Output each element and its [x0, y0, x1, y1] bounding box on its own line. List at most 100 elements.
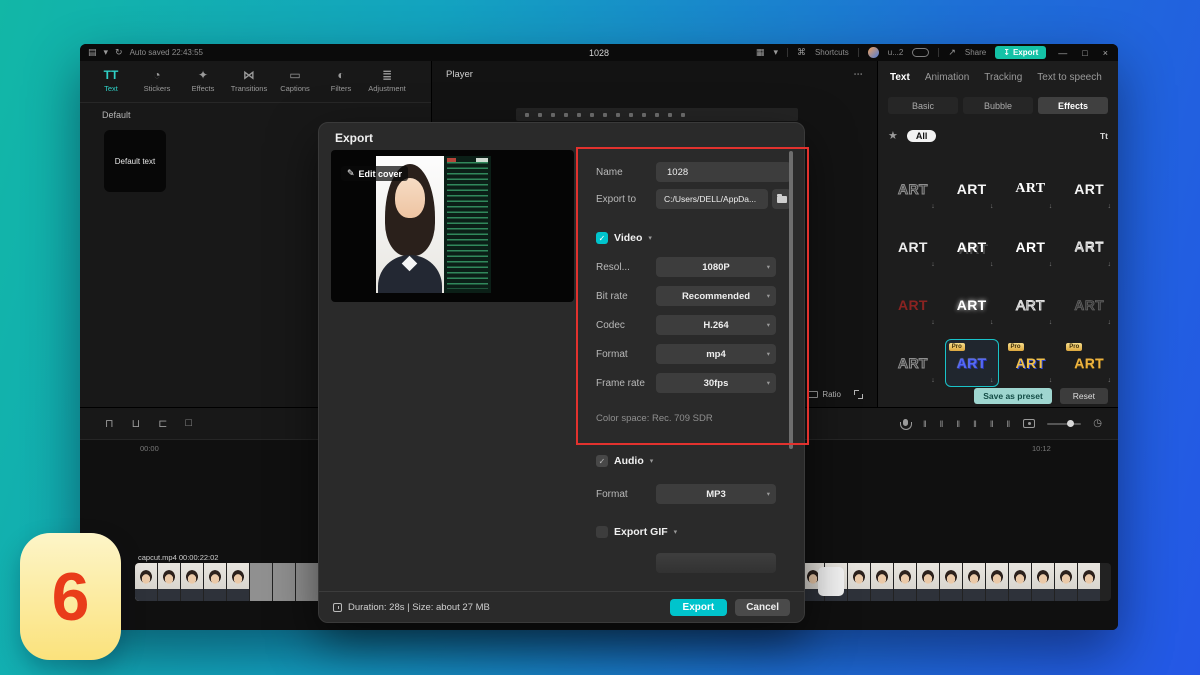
chevron-down-icon[interactable]: ▾: [773, 47, 778, 58]
layout-icon[interactable]: ▦: [756, 47, 765, 58]
name-input[interactable]: [656, 162, 791, 182]
mirror-icon[interactable]: ⊔: [132, 417, 141, 430]
tab-captions[interactable]: ▭ Captions: [272, 65, 318, 102]
clip-thumbnail[interactable]: [250, 563, 272, 601]
clip-thumbnail[interactable]: [1032, 563, 1054, 601]
art-effect-item[interactable]: ART↓: [886, 223, 940, 271]
tab-adjustment[interactable]: ≣ Adjustment: [364, 65, 410, 102]
codec-dropdown[interactable]: H.264 ▾: [656, 315, 776, 335]
tab-transitions[interactable]: ⋈ Transitions: [226, 65, 272, 102]
menu-icon[interactable]: ▤: [88, 47, 97, 58]
art-effect-item[interactable]: ART↓: [1004, 281, 1058, 329]
clip-thumbnail[interactable]: [135, 563, 157, 601]
zoom-slider[interactable]: [1047, 423, 1081, 425]
camera-icon[interactable]: [1023, 419, 1035, 428]
clip-thumbnail[interactable]: [227, 563, 249, 601]
art-effect-item[interactable]: ProART↓: [1004, 339, 1058, 387]
titlebar-export-button[interactable]: ↧ Export: [995, 46, 1046, 59]
filter-all-pill[interactable]: All: [907, 130, 937, 142]
clip-thumbnail[interactable]: [940, 563, 962, 601]
ratio-button[interactable]: Ratio: [808, 390, 841, 399]
track-control-icon[interactable]: ‖: [973, 419, 978, 429]
collapse-caret-icon[interactable]: ▾: [650, 457, 654, 465]
clip-thumbnail[interactable]: [871, 563, 893, 601]
track-control-icon[interactable]: ‖: [923, 419, 928, 429]
clip-thumbnail[interactable]: [986, 563, 1008, 601]
clip-thumbnail[interactable]: [1009, 563, 1031, 601]
audio-checkbox[interactable]: ✓: [596, 455, 608, 467]
audio-format-dropdown[interactable]: MP3 ▾: [656, 484, 776, 504]
tab-tracking[interactable]: Tracking: [984, 72, 1022, 83]
split-icon[interactable]: ⊓: [105, 417, 114, 430]
collapse-caret-icon[interactable]: ▾: [648, 234, 652, 242]
art-effect-item[interactable]: ART↓: [945, 281, 999, 329]
timeline-item-white[interactable]: [818, 567, 844, 596]
gif-resolution-dropdown[interactable]: [656, 553, 776, 573]
subtab-bubble[interactable]: Bubble: [963, 97, 1033, 114]
art-effect-item[interactable]: ART↓: [1062, 165, 1116, 213]
track-control-icon[interactable]: ‖: [1007, 419, 1012, 429]
art-effect-item[interactable]: ART↓: [886, 339, 940, 387]
gif-checkbox[interactable]: [596, 526, 608, 538]
modal-scrollbar[interactable]: [789, 151, 793, 449]
tab-stickers[interactable]: ◔ Stickers: [134, 65, 180, 102]
more-icon[interactable]: ⋯: [854, 69, 864, 80]
tab-text-to-speech[interactable]: Text to speech: [1037, 72, 1101, 83]
shortcuts-button[interactable]: Shortcuts: [815, 48, 849, 57]
clip-thumbnail[interactable]: [894, 563, 916, 601]
resolution-dropdown[interactable]: 1080P ▾: [656, 257, 776, 277]
tab-filters[interactable]: ◐ Filters: [318, 65, 364, 102]
crop-icon[interactable]: □: [185, 417, 192, 430]
fullscreen-icon[interactable]: [854, 390, 863, 399]
user-name[interactable]: u...2: [888, 48, 904, 57]
loop-icon[interactable]: ◷: [1093, 418, 1102, 429]
clip-thumbnail[interactable]: [917, 563, 939, 601]
tab-effects[interactable]: ✦ Effects: [180, 65, 226, 102]
art-effect-item-selected[interactable]: ProART↓: [945, 339, 999, 387]
mic-icon[interactable]: [903, 419, 908, 426]
clip-thumbnail[interactable]: [273, 563, 295, 601]
collapse-caret-icon[interactable]: ▾: [674, 528, 678, 536]
subtab-basic[interactable]: Basic: [888, 97, 958, 114]
clip-thumbnail[interactable]: [963, 563, 985, 601]
track-control-icon[interactable]: ‖: [956, 419, 961, 429]
framerate-dropdown[interactable]: 30fps ▾: [656, 373, 776, 393]
export-confirm-button[interactable]: Export: [670, 599, 728, 616]
clip-thumbnail[interactable]: [181, 563, 203, 601]
close-button[interactable]: ×: [1100, 48, 1111, 58]
text-download-icon[interactable]: Tt: [1100, 131, 1108, 141]
clip-thumbnail[interactable]: [204, 563, 226, 601]
share-icon[interactable]: ↗: [948, 47, 956, 58]
snap-icon[interactable]: ⊏: [158, 417, 167, 430]
favorites-star-icon[interactable]: ★: [888, 129, 898, 142]
art-effect-item[interactable]: ART↓: [886, 165, 940, 213]
cancel-button[interactable]: Cancel: [735, 599, 790, 616]
edit-cover-button[interactable]: ✎ Edit cover: [341, 166, 408, 181]
reset-button[interactable]: Reset: [1060, 388, 1108, 404]
bitrate-dropdown[interactable]: Recommended ▾: [656, 286, 776, 306]
art-effect-item[interactable]: ART↓: [1062, 281, 1116, 329]
capsule-icon[interactable]: [912, 48, 929, 57]
track-control-icon[interactable]: ‖: [940, 419, 945, 429]
minimize-button[interactable]: —: [1055, 48, 1070, 58]
share-button[interactable]: Share: [965, 48, 986, 57]
maximize-button[interactable]: □: [1079, 48, 1090, 58]
clip-thumbnail[interactable]: [1078, 563, 1100, 601]
art-effect-item[interactable]: ART↓: [886, 281, 940, 329]
default-text-tile[interactable]: Default text: [104, 130, 166, 192]
chevron-down-icon[interactable]: ▾: [104, 47, 109, 58]
clip-thumbnail[interactable]: [1055, 563, 1077, 601]
clip-thumbnail[interactable]: [296, 563, 318, 601]
export-path-field[interactable]: C:/Users/DELL/AppDa...: [656, 189, 768, 209]
subtab-effects[interactable]: Effects: [1038, 97, 1108, 114]
art-effect-item[interactable]: ART↓: [945, 223, 999, 271]
format-dropdown[interactable]: mp4 ▾: [656, 344, 776, 364]
tab-animation[interactable]: Animation: [925, 72, 969, 83]
tab-text-props[interactable]: Text: [890, 72, 910, 83]
art-effect-item[interactable]: ART↓: [1004, 165, 1058, 213]
track-control-icon[interactable]: ‖: [990, 419, 995, 429]
keyboard-icon[interactable]: ⌘: [797, 47, 806, 58]
video-checkbox[interactable]: ✓: [596, 232, 608, 244]
art-effect-item[interactable]: ART↓: [945, 165, 999, 213]
clip-thumbnail[interactable]: [848, 563, 870, 601]
